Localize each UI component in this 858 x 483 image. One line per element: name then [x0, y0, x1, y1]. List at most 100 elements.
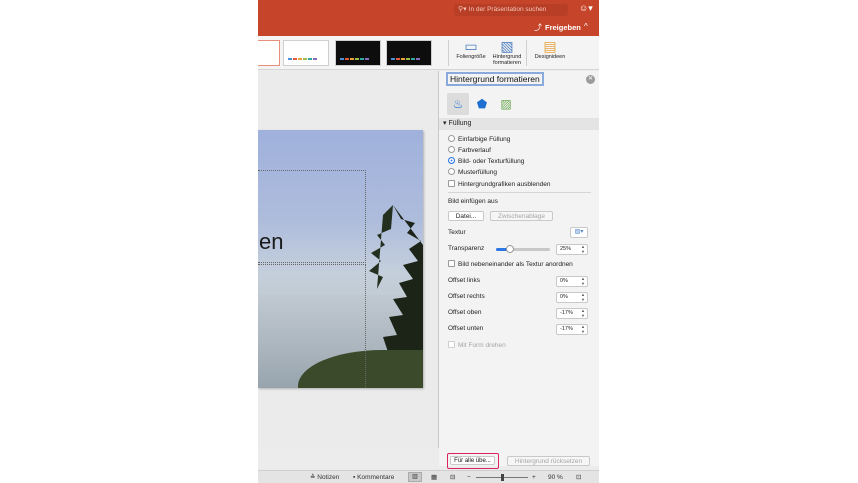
slide-size-button[interactable]: ▭ Foliengröße: [454, 38, 488, 60]
offset-top-input[interactable]: -17% ▲ ▼: [556, 308, 588, 319]
tile-texture-checkbox[interactable]: Bild nebeneinander als Textur anordnen: [448, 260, 573, 270]
smiley-feedback-icon[interactable]: ☺▾: [579, 3, 593, 14]
checkbox-label: Hintergrundgrafiken ausblenden: [458, 181, 551, 188]
theme-thumbnail[interactable]: [386, 40, 432, 66]
radio-circle: [448, 146, 455, 153]
radio-label: Musterfüllung: [458, 169, 498, 176]
slide-size-icon: ▭: [464, 38, 478, 54]
offset-right-input[interactable]: 0% ▲ ▼: [556, 292, 588, 303]
search-input[interactable]: ⚲▾ In der Präsentation suchen: [454, 4, 568, 16]
texture-icon: ▨▾: [574, 229, 584, 235]
radio-label: Farbverlauf: [458, 147, 491, 154]
status-bar: ≙ Notizen ▪ Kommentare ▥ ▦ ⊟ − + 90 % ⊡: [258, 470, 599, 483]
fit-to-window-icon[interactable]: ⊡: [576, 473, 581, 482]
offset-left-input[interactable]: 0% ▲ ▼: [556, 276, 588, 287]
reset-background-button[interactable]: Hintergrund rücksetzen: [507, 456, 590, 466]
presenter-view-button[interactable]: ⊟: [450, 473, 455, 482]
radio-pattern-fill[interactable]: Musterfüllung: [448, 168, 497, 178]
format-background-icon: ▧: [500, 38, 514, 54]
stepper-arrows-icon[interactable]: ▲ ▼: [581, 324, 585, 334]
slide-title-text[interactable]: en: [259, 229, 283, 255]
clipboard-button[interactable]: Zwischenablage: [490, 211, 553, 221]
offset-bottom-input[interactable]: -17% ▲ ▼: [556, 324, 588, 335]
paint-bucket-icon: ♨: [452, 97, 464, 111]
comments-label: Kommentare: [357, 474, 395, 481]
theme-thumbnail[interactable]: [283, 40, 329, 66]
comments-button[interactable]: ▪ Kommentare: [353, 473, 394, 482]
stepper-arrows-icon[interactable]: ▲ ▼: [581, 292, 585, 302]
grid-icon: ▦: [431, 474, 438, 481]
subtitle-placeholder[interactable]: [258, 264, 366, 388]
fill-line-tab[interactable]: ♨: [447, 93, 469, 115]
radio-picture-fill[interactable]: Bild- oder Texturfüllung: [448, 157, 524, 167]
radio-gradient-fill[interactable]: Farbverlauf: [448, 146, 491, 156]
offset-right-label: Offset rechts: [448, 293, 485, 300]
picture-tab[interactable]: ▨: [495, 93, 517, 115]
pentagon-icon: ⬟: [476, 97, 488, 111]
apply-to-all-highlight: Für alle übe...: [447, 453, 499, 469]
normal-view-button[interactable]: ▥: [408, 472, 422, 482]
powerpoint-window: ⚲▾ In der Präsentation suchen ☺▾ ⤴ Freigeb…: [258, 0, 599, 483]
share-icon: ⤴: [534, 23, 542, 32]
effects-tab[interactable]: ⬟: [471, 93, 493, 115]
offset-right-value: 0%: [560, 294, 568, 300]
offset-left-value: 0%: [560, 278, 568, 284]
design-ideas-icon: ▤: [543, 38, 557, 54]
pane-title: Hintergrund formatieren: [446, 72, 544, 86]
texture-picker-button[interactable]: ▨▾: [570, 227, 588, 238]
offset-bottom-value: -17%: [560, 326, 573, 332]
slide[interactable]: en: [258, 130, 423, 388]
insert-from-label: Bild einfügen aus: [448, 198, 498, 205]
search-placeholder: In der Präsentation suchen: [468, 6, 547, 13]
zoom-slider-handle[interactable]: [501, 474, 504, 481]
offset-left-label: Offset links: [448, 277, 481, 284]
zoom-out-button[interactable]: −: [467, 473, 471, 482]
stepper-arrows-icon[interactable]: ▲ ▼: [581, 276, 585, 286]
ribbon-divider: [526, 40, 527, 66]
transparency-value: 25%: [560, 246, 572, 252]
notes-button[interactable]: ≙ Notizen: [310, 473, 339, 482]
zoom-slider[interactable]: [476, 474, 528, 481]
slide-sorter-button[interactable]: ▦: [431, 473, 437, 482]
notes-icon: ≙: [310, 474, 316, 481]
design-ideas-button[interactable]: ▤ Designideen: [530, 38, 570, 60]
zoom-in-button[interactable]: +: [532, 473, 536, 482]
checkbox-box: [448, 180, 455, 187]
fill-section-title: Füllung: [448, 120, 472, 127]
checkbox-label: Bild nebeneinander als Textur anordnen: [458, 261, 573, 268]
title-bar: ⚲▾ In der Präsentation suchen ☺▾ ⤴ Freigeb…: [258, 0, 599, 36]
offset-top-value: -17%: [560, 310, 573, 316]
transparency-input[interactable]: 25% ▲ ▼: [556, 244, 588, 255]
checkbox-label: Mit Form drehen: [458, 342, 506, 349]
ribbon-design-tab: ▭ Foliengröße ▧ Hintergrund formatieren …: [258, 36, 599, 70]
radio-label: Einfarbige Füllung: [458, 136, 511, 143]
stepper-arrows-icon[interactable]: ▲ ▼: [581, 244, 585, 254]
apply-to-all-button[interactable]: Für alle übe...: [450, 456, 495, 465]
hide-background-graphics-checkbox[interactable]: Hintergrundgrafiken ausblenden: [448, 180, 551, 190]
file-button[interactable]: Datei...: [448, 211, 484, 221]
chevron-up-icon[interactable]: ^: [584, 22, 588, 31]
pane-tabs: ♨ ⬟ ▨: [447, 93, 517, 115]
checkbox-box: [448, 341, 455, 348]
format-background-pane: Hintergrund formatieren ✕ ♨ ⬟ ▨ ▾ Füllun…: [439, 71, 599, 469]
transparency-slider[interactable]: [496, 245, 550, 253]
radio-circle: [448, 135, 455, 142]
format-background-button[interactable]: ▧ Hintergrund formatieren: [490, 38, 524, 66]
stepper-arrows-icon[interactable]: ▲ ▼: [581, 308, 585, 318]
zoom-level[interactable]: 90 %: [548, 473, 563, 482]
theme-thumbnail[interactable]: [258, 40, 280, 66]
close-icon[interactable]: ✕: [586, 75, 595, 84]
fill-section-header[interactable]: ▾ Füllung: [439, 118, 599, 130]
presenter-icon: ⊟: [450, 474, 456, 481]
transparency-slider-handle[interactable]: [505, 245, 514, 253]
texture-label: Textur: [448, 229, 466, 236]
share-button[interactable]: ⤴ Freigeben: [534, 22, 581, 33]
radio-solid-fill[interactable]: Einfarbige Füllung: [448, 135, 510, 145]
transparency-label: Transparenz: [448, 245, 485, 252]
rotate-with-shape-checkbox[interactable]: Mit Form drehen: [448, 341, 506, 351]
radio-circle: [448, 168, 455, 175]
slide-size-label: Foliengröße: [456, 54, 486, 60]
ribbon-divider: [448, 40, 449, 66]
search-icon: ⚲▾: [458, 6, 467, 13]
theme-thumbnail[interactable]: [335, 40, 381, 66]
